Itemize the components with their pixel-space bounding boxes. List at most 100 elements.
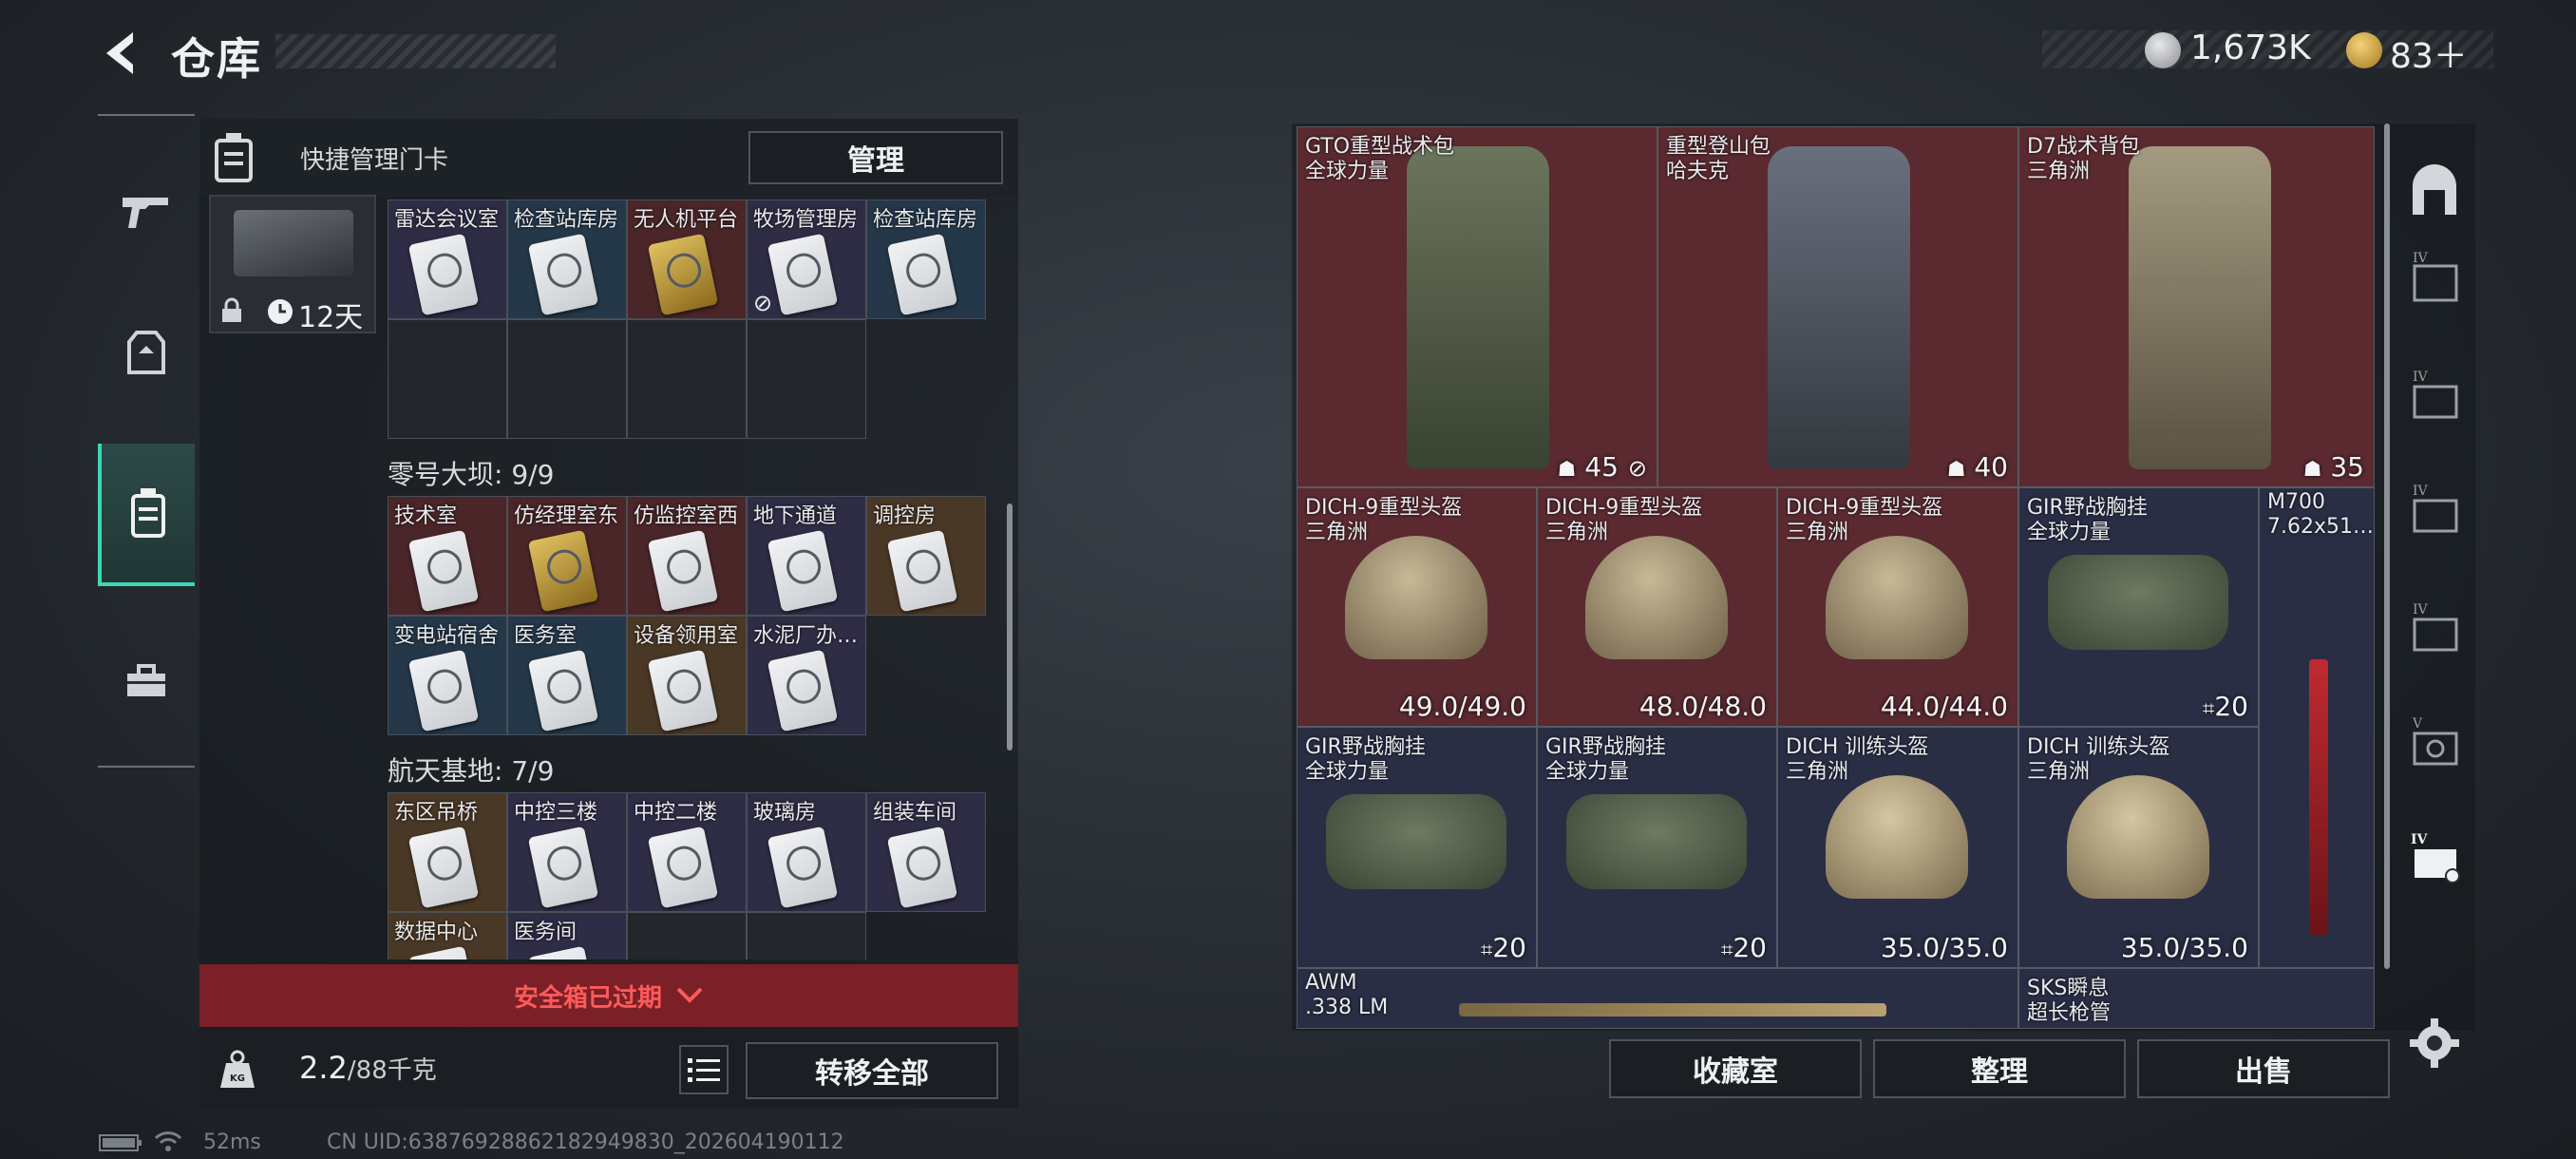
gold-amount[interactable]: 83＋ xyxy=(2390,28,2468,78)
filter-armor-icon[interactable]: IV xyxy=(2403,366,2466,428)
title-decoration xyxy=(275,34,556,68)
transfer-all-button[interactable]: 转移全部 xyxy=(746,1042,998,1099)
keycard-label: 中控三楼 xyxy=(514,801,598,825)
sort-button[interactable]: 整理 xyxy=(1873,1039,2126,1098)
keycard-image xyxy=(647,529,719,613)
keycard-label: 雷达会议室 xyxy=(394,208,500,232)
slots-icon: ⌗ xyxy=(2202,697,2215,721)
filter-helmet-icon[interactable]: IV xyxy=(2403,247,2466,310)
backpack-image xyxy=(1407,146,1549,469)
slots-icon: ⌗ xyxy=(1480,939,1493,962)
keycard-label: 调控房 xyxy=(873,504,937,528)
safe-box-expired-banner[interactable]: 安全箱已过期 xyxy=(199,964,1018,1027)
filter-all-icon[interactable] xyxy=(2403,162,2466,224)
keycard-label: 医务室 xyxy=(514,624,578,648)
keycard-slot[interactable]: 雷达会议室 xyxy=(388,200,507,319)
toolbox-icon xyxy=(127,664,165,696)
keycard-slot[interactable]: 玻璃房 xyxy=(747,792,866,912)
keycard-label: 牧场管理房 xyxy=(753,208,859,232)
settings-gear-icon[interactable] xyxy=(2408,1016,2465,1074)
keycard-slot[interactable]: 地下通道 xyxy=(747,496,866,616)
empty-slot xyxy=(627,319,747,439)
item-awm[interactable]: AWM .338 LM xyxy=(1297,968,2018,1029)
nav-keycards[interactable] xyxy=(98,444,195,586)
keycard-slot[interactable]: 牧场管理房 ⊘ xyxy=(747,200,866,319)
item-helmet-3[interactable]: DICH-9重型头盔 三角洲 44.0/44.0 xyxy=(1777,487,2018,727)
item-vest-3[interactable]: GIR野战胸挂 全球力量 ⌗20 xyxy=(1537,727,1777,968)
sell-button[interactable]: 出售 xyxy=(2137,1039,2390,1098)
nav-misc[interactable] xyxy=(98,610,195,752)
rifle-image xyxy=(1459,1003,1886,1016)
keycard-slot[interactable]: 变电站宿舍 xyxy=(388,616,507,735)
nav-equipment[interactable] xyxy=(98,282,195,425)
keycard-slot[interactable]: 水泥厂办… xyxy=(747,616,866,735)
vest-image xyxy=(1326,794,1506,889)
item-caliber: 7.62x51… xyxy=(2267,515,2374,539)
inventory-scrollbar[interactable] xyxy=(2384,124,2390,969)
item-vest-2[interactable]: GIR野战胸挂 全球力量 ⌗20 xyxy=(1297,727,1537,968)
keycard-slot[interactable]: 检查站库房 xyxy=(507,200,627,319)
item-backpack-1[interactable]: GTO重型战术包 全球力量 ☗ 45 ⊘ xyxy=(1297,126,1657,487)
nav-weapons[interactable] xyxy=(98,140,195,282)
keycard-slot[interactable]: 中控二楼 xyxy=(627,792,747,912)
keycard-slot[interactable]: 设备领用室 xyxy=(627,616,747,735)
left-scrollbar[interactable] xyxy=(1007,504,1013,750)
weight-max: /88千克 xyxy=(347,1056,437,1085)
svg-text:IV: IV xyxy=(2413,370,2429,385)
keycard-image xyxy=(647,826,719,909)
gold-coin-icon xyxy=(2346,32,2382,68)
item-vest-1[interactable]: GIR野战胸挂 全球力量 ⌗20 xyxy=(2018,487,2259,727)
keycard-image xyxy=(647,649,719,732)
ping-text: 52ms xyxy=(203,1130,261,1154)
keycard-label: 无人机平台 xyxy=(634,208,739,232)
item-backpack-2[interactable]: 重型登山包 哈夫克 ☗ 40 xyxy=(1657,126,2018,487)
item-backpack-3[interactable]: D7战术背包 三角洲 ☗ 35 xyxy=(2018,126,2375,487)
keycard-image xyxy=(886,529,958,613)
item-durability: 44.0/44.0 xyxy=(1880,691,2008,722)
case-duration: 12天 xyxy=(298,301,364,334)
keycard-slot[interactable]: 东区吊桥 xyxy=(388,792,507,912)
manage-button[interactable]: 管理 xyxy=(748,131,1003,184)
item-m700[interactable]: M700 7.62x51… xyxy=(2259,487,2375,968)
right-filter-bar: IV IV IV IV V IV xyxy=(2394,124,2475,1031)
item-sks[interactable]: SKS瞬息 超长枪管 xyxy=(2018,968,2375,1029)
item-helmet-2[interactable]: DICH-9重型头盔 三角洲 48.0/48.0 xyxy=(1537,487,1777,727)
keycard-slot[interactable]: 医务间 xyxy=(507,912,627,960)
helmet-image xyxy=(1826,536,1968,659)
keycard-slot[interactable]: 无人机平台 xyxy=(627,200,747,319)
keycard-image xyxy=(767,233,839,316)
filter-bag-icon[interactable]: IV xyxy=(2403,598,2466,661)
list-view-button[interactable] xyxy=(679,1045,729,1094)
keycard-slot[interactable]: 医务室 xyxy=(507,616,627,735)
section-title: 零号大坝: 9/9 xyxy=(388,459,555,490)
back-arrow-icon[interactable] xyxy=(95,27,148,80)
keycard-slot[interactable]: 调控房 xyxy=(866,496,986,616)
keycard-slot[interactable]: 仿经理室东 xyxy=(507,496,627,616)
filter-vest-icon[interactable]: IV xyxy=(2403,480,2466,542)
item-helmet-1[interactable]: DICH-9重型头盔 三角洲 49.0/49.0 xyxy=(1297,487,1537,727)
keycard-slot[interactable]: 技术室 xyxy=(388,496,507,616)
keycard-image xyxy=(527,826,599,909)
keycard-case[interactable]: 12天 xyxy=(209,195,376,334)
keycard-image xyxy=(407,945,480,960)
keycard-slot[interactable]: 数据中心 xyxy=(388,912,507,960)
filter-container-icon[interactable]: V xyxy=(2403,712,2466,775)
item-training-helmet-2[interactable]: DICH 训练头盔 三角洲 35.0/35.0 xyxy=(2018,727,2259,968)
item-durability: 35.0/35.0 xyxy=(2120,932,2248,963)
keycard-slot[interactable]: 组装车间 xyxy=(866,792,986,912)
collection-room-button[interactable]: 收藏室 xyxy=(1609,1039,1862,1098)
keycard-slot[interactable]: 检查站库房 xyxy=(866,200,986,319)
keycard-slot[interactable]: 中控三楼 xyxy=(507,792,627,912)
keycard-slot[interactable]: 仿监控室西 xyxy=(627,496,747,616)
armor-icon xyxy=(127,331,165,374)
keycard-grid: 东区吊桥 中控三楼 中控二楼 玻璃房 组装车间数据中心 医务间 xyxy=(388,792,986,960)
filter-keycard-icon[interactable]: IV xyxy=(2403,826,2466,889)
left-nav xyxy=(98,114,195,768)
keycard-label: 玻璃房 xyxy=(753,801,817,825)
keycard-label: 组装车间 xyxy=(873,801,957,825)
item-caliber: 超长枪管 xyxy=(2027,1001,2112,1025)
keycard-image xyxy=(767,529,839,613)
keycard-sections: 雷达会议室 检查站库房 无人机平台 牧场管理房 ⊘ 检查站库房 零号大坝: 9/9 技术室 仿经… xyxy=(388,200,1014,960)
svg-text:IV: IV xyxy=(2413,484,2429,499)
item-training-helmet-1[interactable]: DICH 训练头盔 三角洲 35.0/35.0 xyxy=(1777,727,2018,968)
